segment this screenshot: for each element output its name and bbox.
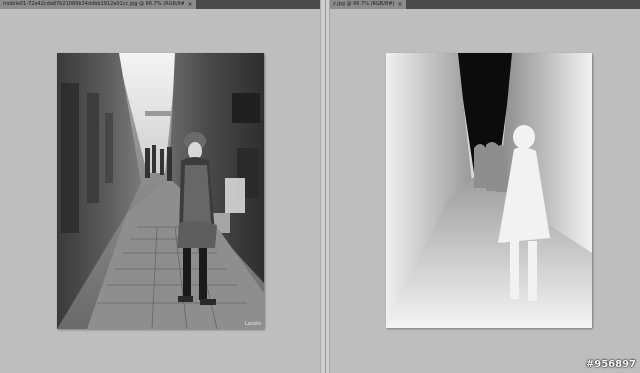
right-tab-bar: z.jpg @ 66.7% (RGB/8#) × bbox=[330, 0, 640, 9]
splitter-grip-line bbox=[325, 0, 326, 373]
watermark-id: #956897 bbox=[585, 359, 636, 370]
right-document-tab[interactable]: z.jpg @ 66.7% (RGB/8#) × bbox=[330, 0, 406, 9]
photo-signature: Lazsto bbox=[245, 321, 261, 327]
panel-splitter[interactable] bbox=[320, 0, 330, 373]
right-tab-close-icon[interactable]: × bbox=[397, 0, 403, 9]
left-tab-title[interactable]: mobile01-72a42cda87b21089b34ddbb1912a01c… bbox=[3, 0, 184, 9]
street-photo-image: Lazsto bbox=[57, 53, 264, 329]
depth-map-image bbox=[386, 53, 592, 328]
left-tab-close-icon[interactable]: × bbox=[187, 0, 193, 9]
depth-map-canvas bbox=[386, 53, 592, 328]
left-document-window: mobile01-72a42cda87b21089b34ddbb1912a01c… bbox=[0, 0, 320, 373]
left-document-tab[interactable]: mobile01-72a42cda87b21089b34ddbb1912a01c… bbox=[0, 0, 196, 9]
right-document-window: z.jpg @ 66.7% (RGB/8#) × bbox=[330, 0, 640, 373]
left-tab-bar: mobile01-72a42cda87b21089b34ddbb1912a01c… bbox=[0, 0, 320, 9]
right-tab-title[interactable]: z.jpg @ 66.7% (RGB/8#) bbox=[333, 0, 394, 9]
street-photo-canvas: Lazsto bbox=[57, 53, 264, 329]
